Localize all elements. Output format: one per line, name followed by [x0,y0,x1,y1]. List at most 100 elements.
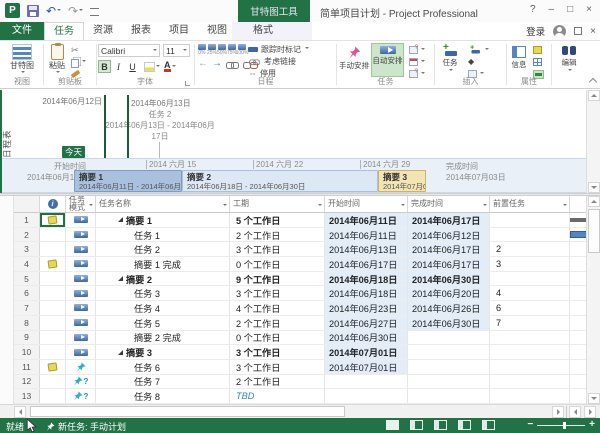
filter-arrow-icon[interactable] [401,204,405,208]
timeline-summary-bar[interactable]: 摘要 12014年06月11日 - 2014年06月17日 [74,170,182,192]
row-number[interactable]: 1 [14,213,40,227]
timeline-summary-bar[interactable]: 摘要 3 2014年07月0 [378,170,426,192]
collapse-ribbon-icon[interactable] [588,77,598,87]
column-header-info[interactable]: i [40,196,66,212]
duration-cell[interactable]: 0 个工作日 [230,330,325,345]
filter-arrow-icon[interactable] [89,204,93,208]
row-number[interactable]: 11 [14,359,40,374]
tab-format[interactable]: 格式 [244,22,282,39]
predecessor-cell[interactable] [490,345,570,359]
task-mode-cell[interactable] [66,345,96,359]
collapse-triangle-icon[interactable] [118,349,123,355]
avatar[interactable] [553,24,567,38]
timeline-scrollbar[interactable] [586,90,600,193]
table-row[interactable]: 11 任务 6 3 个工作日 2014年07月01日 [14,359,588,375]
task-name-cell[interactable]: 摘要 3 [96,345,230,359]
start-date-cell[interactable]: 2014年06月23日 [325,301,408,315]
finish-date-cell[interactable]: 2014年06月26日 [408,301,490,315]
percent-complete-100-button[interactable]: 100% [236,44,248,56]
link-tasks-icon[interactable] [226,61,239,69]
filter-arrow-icon[interactable] [223,204,227,208]
finish-date-cell[interactable]: 2014年06月30日 [408,315,490,330]
bold-button[interactable]: B [98,60,111,73]
row-number[interactable]: 10 [14,345,40,359]
duration-cell[interactable]: 4 个工作日 [230,301,325,315]
copy-button[interactable] [71,56,95,68]
percent-complete-25-button[interactable]: 25% [207,44,217,56]
close-document-icon[interactable]: × [590,23,596,40]
task-mode-cell[interactable] [66,359,96,374]
task-name-cell[interactable]: 任务 5 [96,315,230,330]
task-mode-cell[interactable] [66,330,96,345]
scrollbar-thumb[interactable] [588,209,600,253]
respect-links-button[interactable]: 考虑链接 [248,55,336,67]
gantt-scroll-left-icon[interactable] [569,406,581,418]
gantt-summary-bar[interactable] [570,218,587,222]
row-number[interactable]: 2 [14,227,40,242]
task-notes-button[interactable] [533,44,548,56]
insert-task-button[interactable]: 任务 [436,42,464,77]
task-mode-cell[interactable] [66,227,96,242]
scroll-right-icon[interactable] [552,406,564,418]
info-cell[interactable] [40,271,66,286]
start-date-cell[interactable]: 2014年06月17日 [325,257,408,271]
gantt-task-bar[interactable] [570,231,587,239]
duration-cell[interactable]: 2 个工作日 [230,315,325,330]
table-row[interactable]: 8 任务 5 2 个工作日 2014年06月27日 2014年06月30日 7 [14,315,588,331]
row-number[interactable]: 3 [14,242,40,257]
task-name-cell[interactable]: 摘要 1 完成 [96,257,230,271]
task-mode-cell[interactable]: ? [66,389,96,403]
duration-cell[interactable]: 3 个工作日 [230,286,325,301]
finish-date-cell[interactable] [408,345,490,359]
table-row[interactable]: 13? 任务 8 TBD [14,389,588,404]
predecessor-cell[interactable] [490,271,570,286]
info-cell[interactable] [40,242,66,257]
task-name-cell[interactable]: 任务 1 [96,227,230,242]
filter-arrow-icon[interactable] [318,204,322,208]
restore-window-icon[interactable] [574,27,583,35]
table-row[interactable]: 10 摘要 3 3 个工作日 2014年07月01日 [14,345,588,360]
task-mode-cell[interactable]: ? [66,374,96,389]
help-button[interactable]: ? [530,4,536,15]
task-name-cell[interactable]: 摘要 2 完成 [96,330,230,345]
zoom-out-icon[interactable]: − [527,420,533,430]
row-number[interactable]: 5 [14,271,40,286]
report-view-icon[interactable] [482,420,495,430]
predecessor-cell[interactable]: 6 [490,301,570,315]
info-cell[interactable] [40,315,66,330]
column-header-duration[interactable]: 工期 [230,196,325,212]
info-cell[interactable] [40,359,66,374]
redo-icon[interactable]: ↷ [68,5,84,17]
save-icon[interactable] [27,4,39,17]
font-color-button[interactable]: A [164,61,176,72]
task-mode-cell[interactable] [66,286,96,301]
select-all-corner[interactable] [14,196,40,212]
tab-task[interactable]: 任务 [44,22,84,40]
font-size-select[interactable]: 11 [163,44,190,57]
start-date-cell[interactable]: 2014年06月11日 [325,227,408,242]
row-number[interactable]: 4 [14,257,40,271]
timeline-callout-task[interactable]: 任务 2 2014年06月13日 - 2014年06月 17日 [105,109,215,142]
finish-date-cell[interactable]: 2014年06月17日 [408,257,490,271]
row-number[interactable]: 12 [14,374,40,389]
sign-in-link[interactable]: 登录 [526,24,545,38]
predecessor-cell[interactable]: 3 [490,257,570,271]
percent-complete-50-button[interactable]: 50% [217,44,227,56]
team-planner-view-icon[interactable] [434,420,447,430]
table-row[interactable]: 2 任务 1 2 个工作日 2014年06月11日 2014年06月12日 [14,227,588,243]
gantt-chart-view-button[interactable]: 甘特图 [2,41,42,75]
info-cell[interactable] [40,374,66,389]
insert-milestone-button[interactable]: ◆ [468,56,500,68]
indent-task-icon[interactable]: → [212,59,222,69]
task-mode-cell[interactable] [66,315,96,330]
outdent-task-icon[interactable]: ← [198,59,208,69]
table-row[interactable]: 6 任务 3 3 个工作日 2014年06月18日 2014年06月20日 4 [14,286,588,302]
scroll-up-icon[interactable] [588,196,600,207]
finish-date-cell[interactable] [408,374,490,389]
timeline-pane-label[interactable]: 日程表 [1,118,13,158]
predecessor-cell[interactable]: 4 [490,286,570,301]
start-date-cell[interactable]: 2014年07月01日 [325,345,408,359]
table-row[interactable]: 7 任务 4 4 个工作日 2014年06月23日 2014年06月26日 6 [14,301,588,316]
task-usage-view-icon[interactable] [410,420,423,430]
mark-on-track-button[interactable]: 跟踪时标记 [248,43,336,55]
